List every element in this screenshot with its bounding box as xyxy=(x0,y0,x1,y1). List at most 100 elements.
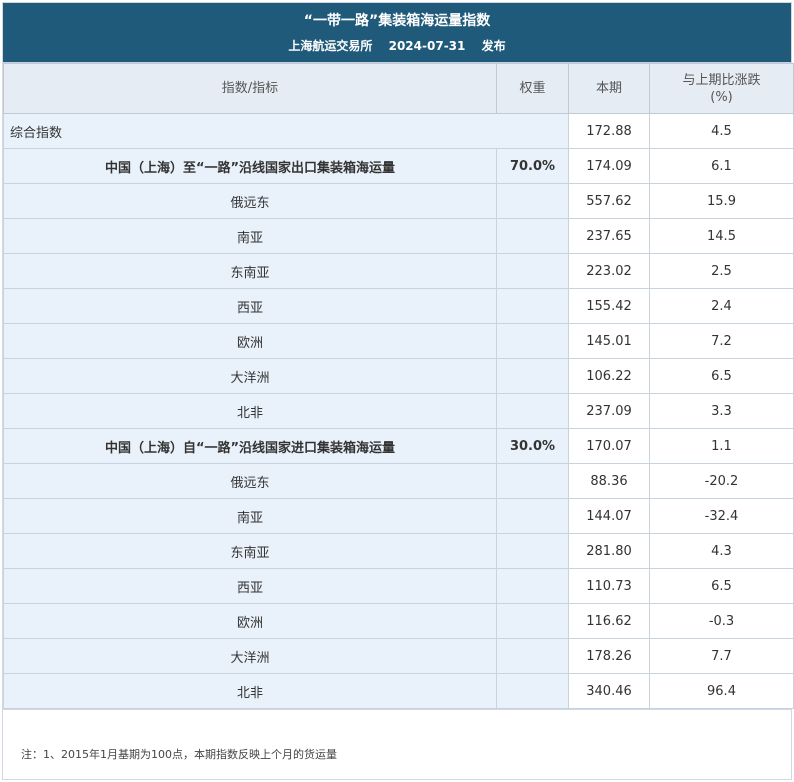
header-name: 指数/指标 xyxy=(3,63,497,114)
row-change: 6.5 xyxy=(649,358,794,394)
row-change: -0.3 xyxy=(649,603,794,639)
publisher: 上海航运交易所 xyxy=(288,39,373,53)
row-weight xyxy=(496,323,569,359)
header-change-text: 与上期比涨跌 xyxy=(682,72,761,88)
row-weight xyxy=(496,358,569,394)
row-current: 223.02 xyxy=(568,253,650,289)
table-row: 东南亚 223.02 2.5 xyxy=(3,253,794,289)
table-header-row: 指数/指标 权重 本期 与上期比涨跌 (%) xyxy=(3,63,794,114)
header-weight: 权重 xyxy=(496,63,569,114)
row-change: -32.4 xyxy=(649,498,794,534)
row-name: 西亚 xyxy=(3,568,497,604)
row-name: 北非 xyxy=(3,393,497,429)
row-current: 144.07 xyxy=(568,498,650,534)
index-title: “一带一路”集装箱海运量指数 xyxy=(303,13,491,29)
row-current: 557.62 xyxy=(568,183,650,219)
row-current: 110.73 xyxy=(568,568,650,604)
row-name: 欧洲 xyxy=(3,603,497,639)
row-current: 116.62 xyxy=(568,603,650,639)
row-weight xyxy=(496,463,569,499)
header-current: 本期 xyxy=(568,63,650,114)
row-name: 欧洲 xyxy=(3,323,497,359)
header-change-unit: (%) xyxy=(710,89,733,105)
table-row: 南亚 144.07 -32.4 xyxy=(3,498,794,534)
composite-row: 综合指数 172.88 4.5 xyxy=(3,113,794,149)
row-weight xyxy=(496,288,569,324)
row-change: 3.3 xyxy=(649,393,794,429)
row-current: 155.42 xyxy=(568,288,650,324)
row-change: -20.2 xyxy=(649,463,794,499)
row-change: 96.4 xyxy=(649,673,794,709)
row-current: 237.65 xyxy=(568,218,650,254)
row-name: 俄远东 xyxy=(3,463,497,499)
row-name: 东南亚 xyxy=(3,253,497,289)
row-name: 大洋洲 xyxy=(3,638,497,674)
row-current: 170.07 xyxy=(568,428,650,464)
import-group-row: 中国（上海）自“一路”沿线国家进口集装箱海运量 30.0% 170.07 1.1 xyxy=(3,428,794,464)
row-name: 俄远东 xyxy=(3,183,497,219)
row-current: 281.80 xyxy=(568,533,650,569)
row-weight xyxy=(496,498,569,534)
publish-label: 发布 xyxy=(481,39,506,53)
row-weight xyxy=(496,568,569,604)
row-weight xyxy=(496,638,569,674)
table-row: 大洋洲 106.22 6.5 xyxy=(3,358,794,394)
row-name: 南亚 xyxy=(3,498,497,534)
table-row: 俄远东 557.62 15.9 xyxy=(3,183,794,219)
row-name: 中国（上海）自“一路”沿线国家进口集装箱海运量 xyxy=(3,428,497,464)
row-name: 大洋洲 xyxy=(3,358,497,394)
row-current: 174.09 xyxy=(568,148,650,184)
table-row: 俄远东 88.36 -20.2 xyxy=(3,463,794,499)
row-name: 东南亚 xyxy=(3,533,497,569)
row-weight xyxy=(496,673,569,709)
index-table: 指数/指标 权重 本期 与上期比涨跌 (%) 综合指数 172.88 4.5 中国… xyxy=(3,63,794,709)
table-row: 东南亚 281.80 4.3 xyxy=(3,533,794,569)
row-name: 中国（上海）至“一路”沿线国家出口集装箱海运量 xyxy=(3,148,497,184)
row-change: 1.1 xyxy=(649,428,794,464)
row-weight: 70.0% xyxy=(496,148,569,184)
table-row: 北非 237.09 3.3 xyxy=(3,393,794,429)
row-weight xyxy=(496,603,569,639)
row-current: 106.22 xyxy=(568,358,650,394)
table-row: 南亚 237.65 14.5 xyxy=(3,218,794,254)
row-current: 88.36 xyxy=(568,463,650,499)
row-change: 2.5 xyxy=(649,253,794,289)
table-row: 西亚 155.42 2.4 xyxy=(3,288,794,324)
row-change: 4.3 xyxy=(649,533,794,569)
header-change: 与上期比涨跌 (%) xyxy=(649,63,794,114)
row-weight xyxy=(496,183,569,219)
footnote: 注：1、2015年1月基期为100点，本期指数反映上个月的货运量 xyxy=(3,709,791,779)
row-weight: 30.0% xyxy=(496,428,569,464)
row-current: 145.01 xyxy=(568,323,650,359)
table-row: 欧洲 145.01 7.2 xyxy=(3,323,794,359)
row-name: 北非 xyxy=(3,673,497,709)
row-current: 172.88 xyxy=(568,113,650,149)
row-current: 340.46 xyxy=(568,673,650,709)
table-row: 大洋洲 178.26 7.7 xyxy=(3,638,794,674)
row-current: 237.09 xyxy=(568,393,650,429)
row-change: 15.9 xyxy=(649,183,794,219)
index-panel: “一带一路”集装箱海运量指数 上海航运交易所 2024-07-31 发布 指数/… xyxy=(2,2,794,780)
export-group-row: 中国（上海）至“一路”沿线国家出口集装箱海运量 70.0% 174.09 6.1 xyxy=(3,148,794,184)
row-change: 6.1 xyxy=(649,148,794,184)
row-change: 7.2 xyxy=(649,323,794,359)
row-change: 6.5 xyxy=(649,568,794,604)
publish-info: 上海航运交易所 2024-07-31 发布 xyxy=(3,31,791,54)
publish-date: 2024-07-31 xyxy=(388,39,466,53)
row-change: 7.7 xyxy=(649,638,794,674)
row-change: 14.5 xyxy=(649,218,794,254)
row-current: 178.26 xyxy=(568,638,650,674)
row-weight xyxy=(496,533,569,569)
row-name: 西亚 xyxy=(3,288,497,324)
table-row: 北非 340.46 96.4 xyxy=(3,673,794,709)
row-name: 综合指数 xyxy=(3,113,569,149)
row-name: 南亚 xyxy=(3,218,497,254)
row-change: 2.4 xyxy=(649,288,794,324)
table-row: 西亚 110.73 6.5 xyxy=(3,568,794,604)
row-change: 4.5 xyxy=(649,113,794,149)
row-weight xyxy=(496,253,569,289)
row-weight xyxy=(496,393,569,429)
row-weight xyxy=(496,218,569,254)
title-banner: “一带一路”集装箱海运量指数 上海航运交易所 2024-07-31 发布 xyxy=(3,3,791,63)
table-row: 欧洲 116.62 -0.3 xyxy=(3,603,794,639)
